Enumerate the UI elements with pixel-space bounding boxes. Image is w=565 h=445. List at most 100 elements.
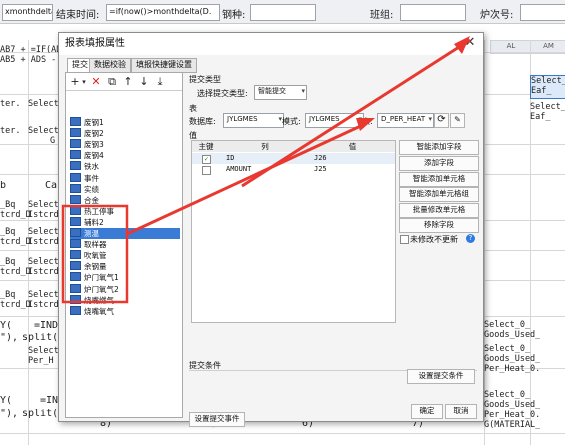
cell[interactable]: Y(: [0, 321, 12, 331]
database-select[interactable]: JYLGMES ▾: [223, 113, 284, 128]
smart-add-field-button[interactable]: 智能添加字段: [399, 140, 479, 155]
cancel-button[interactable]: 取消: [445, 404, 477, 419]
cell[interactable]: b: [0, 181, 6, 191]
tree-item-label: 实绩: [84, 184, 99, 194]
section-submit-type: 提交类型: [189, 75, 221, 84]
dropdown-icon[interactable]: ▾: [78, 76, 90, 88]
cell[interactable]: split(: [22, 333, 58, 343]
add-field-button[interactable]: 添加字段: [399, 156, 479, 171]
heat-no-field[interactable]: [520, 4, 565, 21]
tab-shortcut-settings[interactable]: 填报快捷键设置: [131, 58, 197, 73]
end-time-field[interactable]: =if(now()>monthdelta(D.: [106, 4, 220, 21]
tree-item-label: 辅料2: [84, 217, 104, 227]
cell[interactable]: ter.: [0, 126, 20, 136]
tree-item[interactable]: 热工停事: [70, 205, 180, 217]
no-update-if-unmodified-checkbox[interactable]: [400, 235, 409, 244]
batch-modify-cell-button[interactable]: 批量修改单元格: [399, 203, 479, 218]
cell[interactable]: tcrd_D: [0, 267, 31, 277]
cell[interactable]: split(: [22, 409, 58, 419]
help-icon[interactable]: ?: [466, 234, 475, 243]
remove-field-button[interactable]: 移除字段: [399, 218, 479, 233]
cell[interactable]: Y(: [0, 396, 12, 406]
cell[interactable]: ter.: [0, 99, 20, 109]
cell[interactable]: Select_ Eaf_: [530, 102, 565, 122]
cell[interactable]: G: [50, 136, 55, 146]
no-update-if-unmodified-label: 未修改不更新: [410, 235, 458, 244]
tree-item[interactable]: 废钢4: [70, 150, 180, 161]
copy-icon[interactable]: ⧉: [106, 76, 118, 88]
move-bottom-icon[interactable]: ⤓: [154, 76, 166, 88]
start-time-field[interactable]: xmonthdelta(D.: [2, 4, 53, 21]
cell[interactable]: _Bq: [0, 257, 15, 267]
cell[interactable]: "),: [0, 333, 18, 343]
cell[interactable]: "),: [0, 409, 18, 419]
delete-icon[interactable]: ✕: [90, 76, 102, 88]
refresh-icon[interactable]: ⟳: [434, 113, 449, 128]
move-up-icon[interactable]: ↑: [122, 76, 134, 88]
tree-item-label: 烧嘴燃气: [84, 295, 114, 305]
cell-formula[interactable]: AB7 + =IF(AD5: [0, 45, 67, 55]
tab-data-validation[interactable]: 数据校验: [89, 58, 131, 73]
cell[interactable]: Select_0_ Goods_Used_: [484, 320, 540, 340]
grid-header-column: 列: [220, 141, 311, 152]
tree-item[interactable]: 取样器: [70, 239, 180, 250]
primary-key-checkbox[interactable]: ✓: [202, 155, 211, 164]
cell[interactable]: tcrd_D: [0, 300, 31, 310]
tree-item[interactable]: 事件: [70, 172, 180, 184]
primary-key-checkbox[interactable]: [202, 166, 211, 175]
tree-item[interactable]: 烧嘴燃气: [70, 294, 180, 306]
tree-item[interactable]: 炉门氧气1: [70, 272, 180, 283]
cell[interactable]: Select_0_ Goods_Used_ Per_Heat_0.: [484, 344, 540, 374]
set-submit-event-button[interactable]: 设置提交事件: [189, 412, 245, 427]
submit-type-select[interactable]: 智能提交 ▾: [254, 85, 307, 100]
tree-item[interactable]: 测温: [70, 228, 180, 239]
cell[interactable]: Ca: [45, 181, 57, 191]
table-row[interactable]: AMOUNT J25: [192, 164, 395, 175]
set-submit-condition-button[interactable]: 设置提交条件: [407, 369, 475, 384]
tree-item[interactable]: 废钢2: [70, 128, 180, 139]
tree-item[interactable]: 实绩: [70, 183, 180, 195]
steel-grade-field[interactable]: [250, 4, 316, 21]
ok-button[interactable]: 确定: [411, 404, 443, 419]
table-icon: [70, 161, 81, 171]
cell-formula[interactable]: AB5 + ADS -: [0, 55, 56, 65]
cell[interactable]: tcrd_D: [0, 237, 31, 247]
heat-no-label: 炉次号:: [480, 10, 514, 21]
move-down-icon[interactable]: ↓: [138, 76, 150, 88]
close-icon[interactable]: ✕: [463, 36, 477, 50]
cell[interactable]: Per_H: [28, 356, 54, 366]
tree-item[interactable]: 余钢量: [70, 261, 180, 272]
tree-item[interactable]: 烧嘴氧气: [70, 305, 180, 317]
cell[interactable]: tcrd_D: [0, 210, 31, 220]
table-icon: [70, 283, 81, 293]
cell[interactable]: _Bq: [0, 227, 15, 237]
field-grid[interactable]: 主键 列 值 ✓ ID J26 AMOUNT J25: [191, 140, 396, 323]
cell[interactable]: Select_0_ Goods_Used_ Per_Heat_0. G(MATE…: [484, 390, 540, 430]
tree-item-label: 铁水: [84, 162, 99, 172]
cell[interactable]: _Bq: [0, 200, 15, 210]
tree-item[interactable]: 合金: [70, 194, 180, 206]
tree-item[interactable]: 吹氧管: [70, 250, 180, 261]
selected-cell[interactable]: Select_ Eaf_: [530, 75, 565, 99]
tree-item[interactable]: 铁水: [70, 161, 180, 172]
sql-edit-icon[interactable]: ✎: [450, 113, 465, 128]
table-icon: [70, 228, 81, 237]
schema-select[interactable]: JYLGMES ▾: [305, 113, 364, 128]
tree-item-label: 测温: [84, 229, 99, 238]
table-icon: [70, 139, 81, 149]
table-row[interactable]: ✓ ID J26: [192, 153, 395, 164]
smart-add-cell-button[interactable]: 智能添加单元格: [399, 172, 479, 187]
tree-item[interactable]: 辅料2: [70, 216, 180, 228]
shift-field[interactable]: [400, 4, 466, 21]
row-column: ID: [226, 154, 235, 162]
tree-item-label: 炉门氧气1: [84, 273, 119, 283]
table-icon: [70, 128, 81, 138]
tree-item-label: 余钢量: [84, 262, 107, 272]
tree-item[interactable]: 炉门氧气2: [70, 283, 180, 295]
tree-item[interactable]: 废钢3: [70, 139, 180, 150]
table-select[interactable]: D_PER_HEAT ▾: [377, 113, 434, 128]
tree-item[interactable]: 废钢1: [70, 117, 180, 128]
cell[interactable]: _Bq: [0, 290, 15, 300]
smart-add-cell-group-button[interactable]: 智能添加单元格组: [399, 187, 479, 202]
table-icon: [70, 305, 81, 315]
